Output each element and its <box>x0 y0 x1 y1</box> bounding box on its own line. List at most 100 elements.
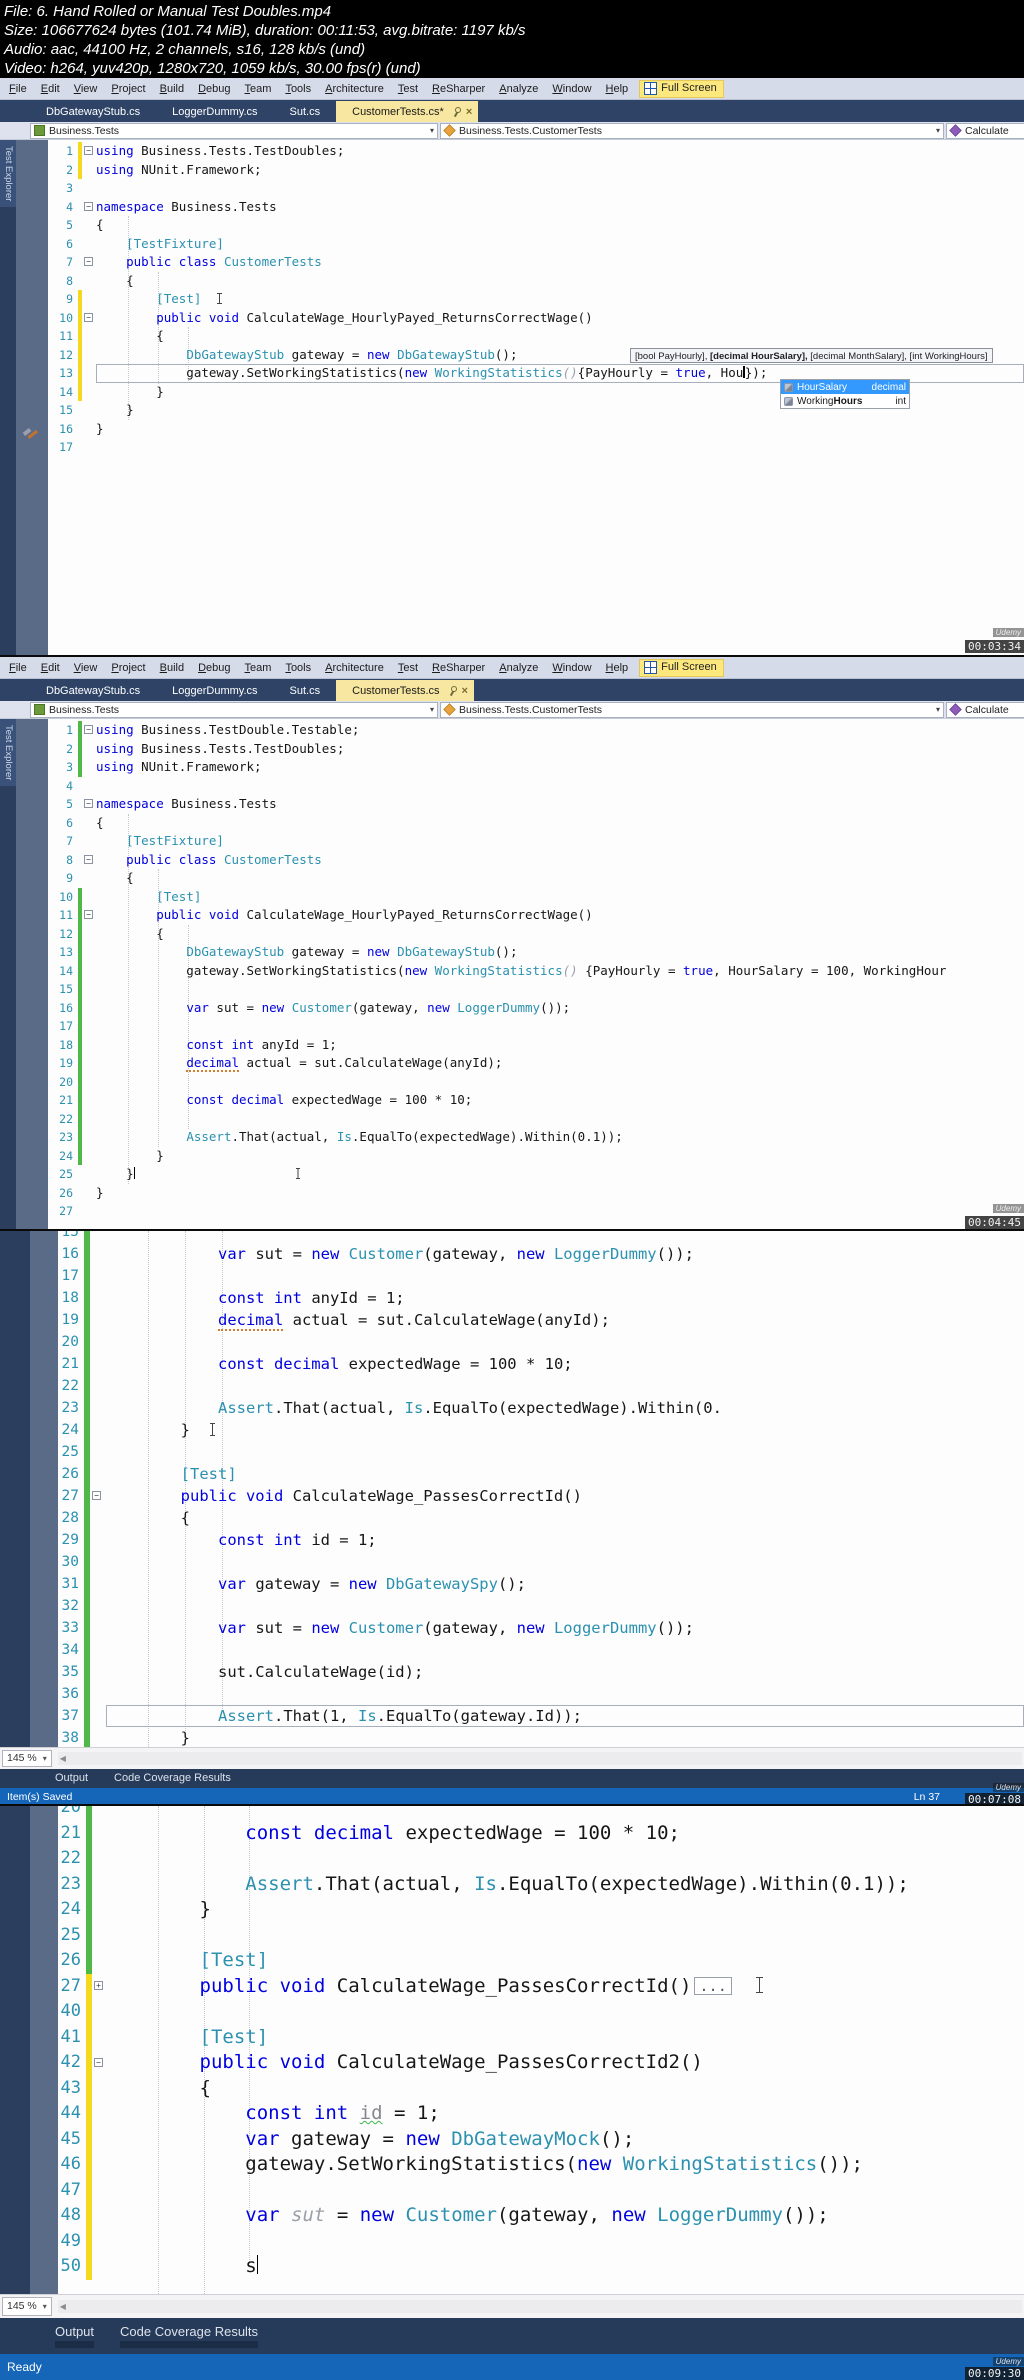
menu-item-project[interactable]: Project <box>104 660 152 676</box>
code-line[interactable]: 16} <box>48 420 1024 439</box>
document-tab[interactable]: DbGatewayStub.cs <box>30 680 156 701</box>
code-line[interactable]: 31 var gateway = new DbGatewaySpy(); <box>58 1573 1024 1595</box>
tab-code-coverage-results[interactable]: Code Coverage Results <box>120 2324 259 2348</box>
code-line[interactable]: 18 const int anyId = 1; <box>58 1287 1024 1309</box>
code-line[interactable]: 24 } <box>48 1146 1024 1165</box>
collapse-icon[interactable]: − <box>92 1491 101 1500</box>
code-line[interactable]: 7 [TestFixture] <box>48 832 1024 851</box>
code-line[interactable]: 36 <box>58 1683 1024 1705</box>
menu-item-debug[interactable]: Debug <box>191 660 237 676</box>
code-line[interactable]: 1 − using Business.Tests.TestDoubles; <box>48 142 1024 161</box>
tab-output[interactable]: Output <box>55 2324 95 2348</box>
member-dropdown[interactable]: Calculate <box>946 701 1024 718</box>
collapse-icon[interactable]: − <box>84 201 93 211</box>
code-line[interactable]: 8 − public class CustomerTests <box>48 851 1024 870</box>
code-line[interactable]: 28 { <box>58 1507 1024 1529</box>
full-screen-button[interactable]: Full Screen <box>639 79 724 98</box>
document-tab[interactable]: CustomerTests.cs × <box>336 680 474 701</box>
code-line[interactable]: 14 gateway.SetWorkingStatistics(new Work… <box>48 961 1024 980</box>
code-line[interactable]: 16 var sut = new Customer(gateway, new L… <box>58 1243 1024 1265</box>
document-tab[interactable]: LoggerDummy.cs <box>156 101 273 122</box>
tab-output[interactable]: Output <box>55 1772 88 1785</box>
code-line[interactable]: 49 <box>58 2228 1024 2254</box>
code-line[interactable]: 17 <box>58 1265 1024 1287</box>
code-line[interactable]: 21 const decimal expectedWage = 100 * 10… <box>58 1353 1024 1375</box>
scroll-left-icon[interactable]: ◀ <box>58 2302 66 2311</box>
menu-item-test[interactable]: Test <box>391 81 425 97</box>
code-line[interactable]: 2 using NUnit.Framework; <box>48 160 1024 179</box>
collapse-icon[interactable]: − <box>84 257 93 267</box>
code-line[interactable]: 9 [Test] <box>48 290 1024 309</box>
code-line[interactable]: 3 using NUnit.Framework; <box>48 758 1024 777</box>
code-line[interactable]: 43 { <box>58 2075 1024 2101</box>
code-line[interactable]: 16 var sut = new Customer(gateway, new L… <box>48 998 1024 1017</box>
menu-item-view[interactable]: View <box>67 81 105 97</box>
code-line[interactable]: 19 decimal actual = sut.CalculateWage(an… <box>48 1054 1024 1073</box>
menu-item-debug[interactable]: Debug <box>191 81 237 97</box>
menu-item-file[interactable]: File <box>2 660 34 676</box>
code-line[interactable]: 22 <box>58 1846 1024 1872</box>
code-line[interactable]: 46 gateway.SetWorkingStatistics(new Work… <box>58 2152 1024 2178</box>
code-line[interactable]: 32 <box>58 1595 1024 1617</box>
code-line[interactable]: 25 <box>58 1922 1024 1948</box>
code-line[interactable]: 27 + public void CalculateWage_PassesCorr… <box>58 1973 1024 1999</box>
code-line[interactable]: 29 const int id = 1; <box>58 1529 1024 1551</box>
code-editor[interactable]: 1− using Business.TestDouble.Testable; 2 us… <box>48 719 1024 1229</box>
code-editor[interactable]: 20 21 const decimal expectedWage = 100 * … <box>58 1806 1024 2294</box>
menu-item-analyze[interactable]: Analyze <box>492 660 545 676</box>
code-line[interactable]: 47 <box>58 2177 1024 2203</box>
code-line[interactable]: 34 <box>58 1639 1024 1661</box>
code-line[interactable]: 18 const int anyId = 1; <box>48 1035 1024 1054</box>
document-tab[interactable]: CustomerTests.cs* × <box>336 101 479 122</box>
menu-item-window[interactable]: Window <box>545 81 598 97</box>
code-line[interactable]: 9 { <box>48 869 1024 888</box>
completion-item[interactable]: WorkingHours int <box>781 394 909 408</box>
code-line[interactable]: 5{ <box>48 216 1024 235</box>
menu-item-team[interactable]: Team <box>238 660 279 676</box>
code-line[interactable]: 6{ <box>48 814 1024 833</box>
code-line[interactable]: 40 <box>58 1999 1024 2025</box>
close-icon[interactable]: × <box>466 106 472 118</box>
scroll-left-icon[interactable]: ◀ <box>58 1754 66 1763</box>
code-line[interactable]: 24 } <box>58 1419 1024 1441</box>
document-tab[interactable]: LoggerDummy.cs <box>156 680 273 701</box>
code-line[interactable]: 5 − namespace Business.Tests <box>48 795 1024 814</box>
code-editor[interactable]: 15 16 var sut = new Customer(gateway, new… <box>58 1231 1024 1747</box>
code-line[interactable]: 26 [Test] <box>58 1463 1024 1485</box>
code-line[interactable]: 7 − public class CustomerTests <box>48 253 1024 272</box>
menu-item-build[interactable]: Build <box>153 81 191 97</box>
type-dropdown[interactable]: Business.Tests.CustomerTests ▾ <box>440 122 944 139</box>
code-line[interactable]: 23 Assert.That(actual, Is.EqualTo(expect… <box>58 1871 1024 1897</box>
code-line[interactable]: 26} <box>48 1184 1024 1203</box>
collapse-icon[interactable]: − <box>94 2057 103 2067</box>
code-line[interactable]: 10 [Test] <box>48 887 1024 906</box>
collapse-icon[interactable]: − <box>84 725 93 735</box>
code-line[interactable]: 37 Assert.That(1, Is.EqualTo(gateway.Id)… <box>58 1705 1024 1727</box>
code-line[interactable]: 13 DbGatewayStub gateway = new DbGateway… <box>48 943 1024 962</box>
zoom-select[interactable]: 145 % ▾ <box>2 1749 52 1768</box>
code-line[interactable]: 4 − namespace Business.Tests <box>48 198 1024 217</box>
collapse-icon[interactable]: − <box>84 146 93 156</box>
menu-item-view[interactable]: View <box>67 660 105 676</box>
menu-item-team[interactable]: Team <box>238 81 279 97</box>
expand-icon[interactable]: + <box>94 1981 103 1991</box>
test-explorer-tab[interactable]: Test Explorer <box>0 719 17 787</box>
code-line[interactable]: 4 <box>48 777 1024 796</box>
code-line[interactable]: 20 <box>58 1806 1024 1821</box>
collapse-icon[interactable]: − <box>84 854 93 864</box>
zoom-select[interactable]: 145 % ▾ <box>2 2297 52 2316</box>
test-explorer-tab[interactable]: Test Explorer <box>0 140 17 208</box>
code-line[interactable]: 42 − public void CalculateWage_PassesCorr… <box>58 2050 1024 2076</box>
code-line[interactable]: 6 [TestFixture] <box>48 235 1024 254</box>
type-dropdown[interactable]: Business.Tests.CustomerTests ▾ <box>440 701 944 718</box>
hammer-icon[interactable] <box>22 428 40 444</box>
code-line[interactable]: 25 <box>58 1441 1024 1463</box>
code-line[interactable]: 11 − public void CalculateWage_HourlyPaye… <box>48 906 1024 925</box>
code-line[interactable]: 23 Assert.That(actual, Is.EqualTo(expect… <box>48 1128 1024 1147</box>
document-tab[interactable]: DbGatewayStub.cs <box>30 101 156 122</box>
code-line[interactable]: 11 { <box>48 327 1024 346</box>
document-tab[interactable]: Sut.cs <box>274 101 337 122</box>
collapse-icon[interactable]: − <box>84 312 93 322</box>
code-line[interactable]: 21 const decimal expectedWage = 100 * 10… <box>58 1820 1024 1846</box>
code-line[interactable]: 25 } <box>48 1165 1024 1184</box>
